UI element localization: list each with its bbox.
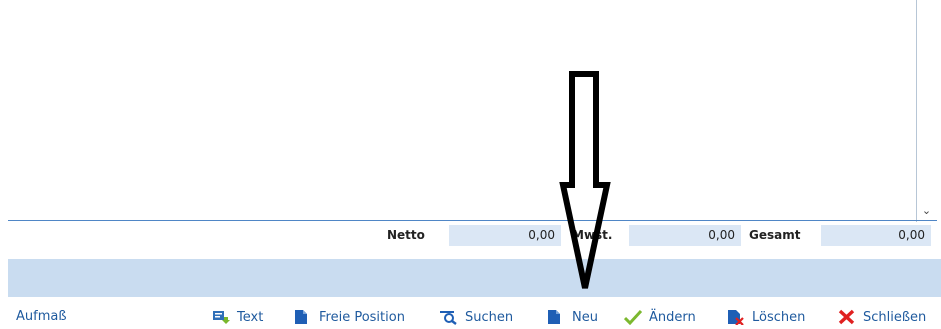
suchen-label: Suchen <box>465 309 514 325</box>
loeschen-button[interactable]: Löschen <box>727 307 805 327</box>
content-area <box>0 0 941 222</box>
gesamt-value: 0,00 <box>821 225 931 246</box>
netto-value: 0,00 <box>449 225 561 246</box>
text-icon <box>212 309 230 325</box>
new-document-icon <box>547 309 563 325</box>
vertical-scrollbar[interactable] <box>916 0 938 222</box>
document-icon <box>294 309 310 325</box>
bottom-toolbar: Aufmaß Text Freie Position Suchen Neu Än… <box>0 305 941 329</box>
text-button-label: Text <box>237 309 264 325</box>
text-button[interactable]: Text <box>212 307 263 327</box>
scroll-down-button[interactable]: ⌄ <box>918 203 935 219</box>
aendern-button[interactable]: Ändern <box>623 307 696 327</box>
suchen-button[interactable]: Suchen <box>440 307 513 327</box>
check-icon <box>623 309 643 326</box>
loeschen-label: Löschen <box>752 309 806 325</box>
delete-document-icon <box>727 309 744 326</box>
arrow-annotation <box>559 71 611 289</box>
freie-position-button[interactable]: Freie Position <box>294 307 405 327</box>
chevron-down-icon: ⌄ <box>921 204 932 217</box>
gesamt-label: Gesamt <box>749 228 801 242</box>
freie-position-label: Freie Position <box>319 309 405 325</box>
aendern-label: Ändern <box>649 309 696 325</box>
schliessen-button[interactable]: Schließen <box>838 307 926 327</box>
neu-label: Neu <box>572 309 598 325</box>
status-band <box>8 259 941 297</box>
close-icon <box>838 309 855 325</box>
netto-label: Netto <box>387 228 425 242</box>
neu-button[interactable]: Neu <box>547 307 598 327</box>
totals-row: Netto 0,00 Mwst. 0,00 Gesamt 0,00 <box>0 224 941 248</box>
mwst-value: 0,00 <box>629 225 741 246</box>
search-icon <box>440 309 457 325</box>
aufmass-link[interactable]: Aufmaß <box>16 309 67 324</box>
schliessen-label: Schließen <box>863 309 927 325</box>
content-bottom-border <box>8 220 937 221</box>
